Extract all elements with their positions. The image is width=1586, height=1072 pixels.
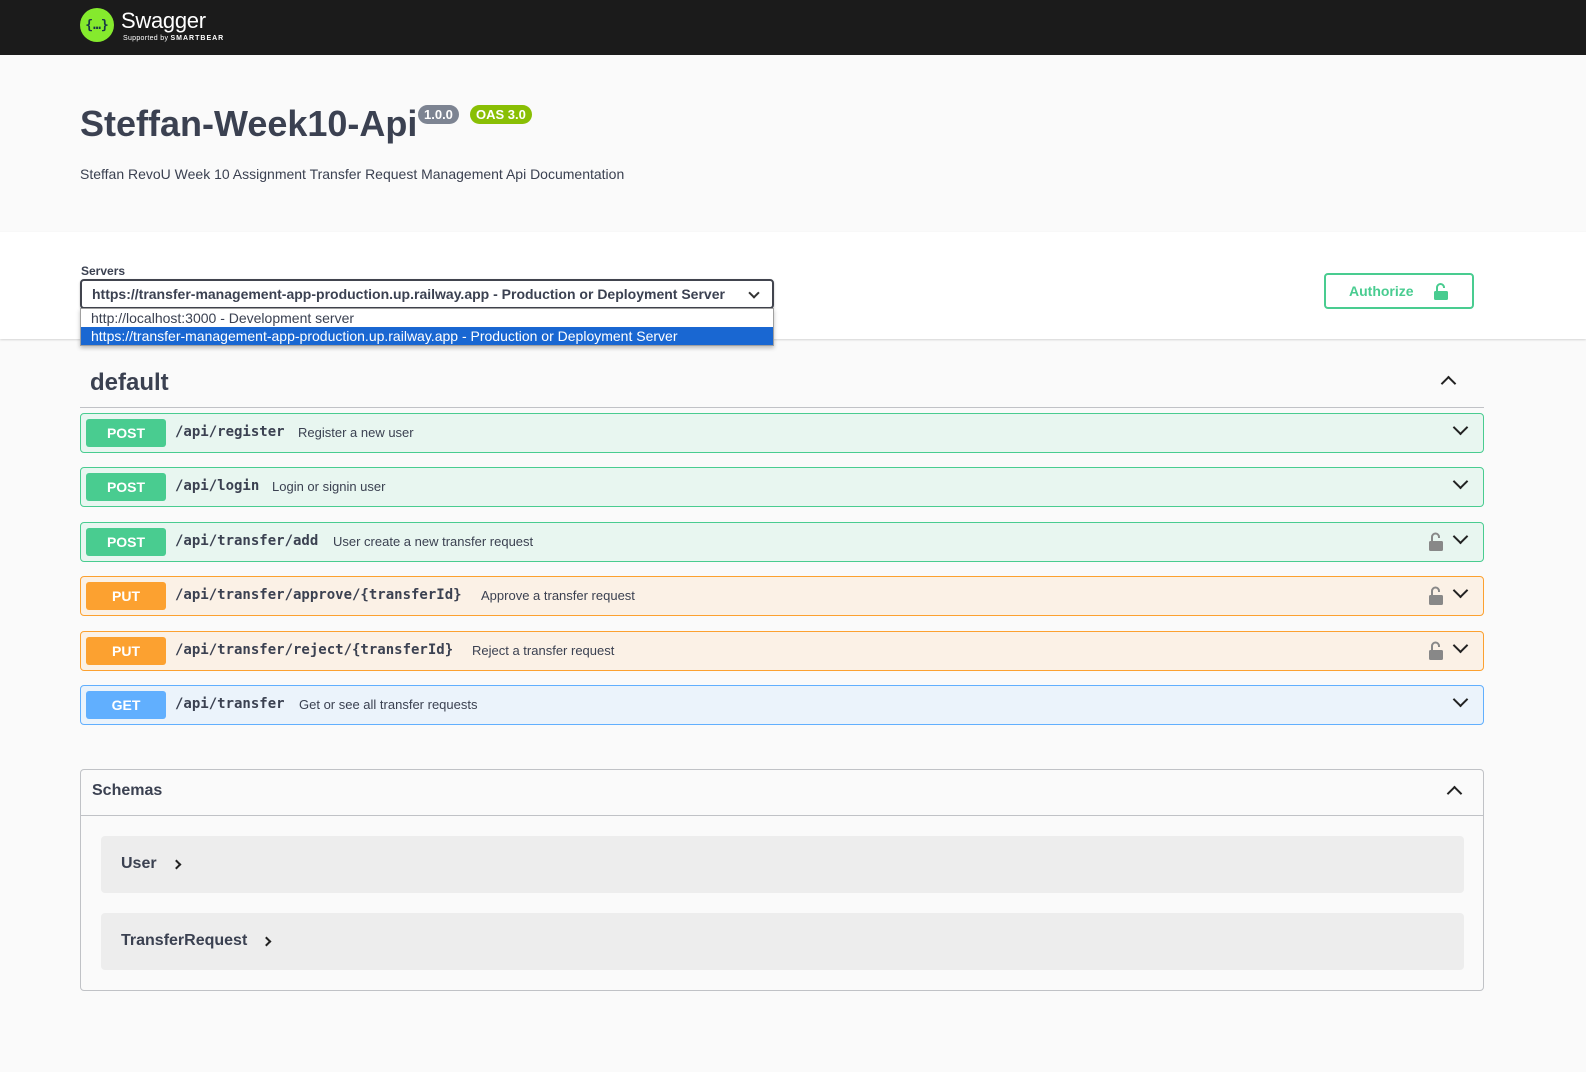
operation-transfer-approve[interactable]: PUT /api/transfer/approve/{transferId} A… [80,576,1484,616]
swagger-logo-icon: {…} [80,8,114,42]
operation-path: /api/transfer/approve/{transferId} [175,587,462,603]
tagline-brand: SMARTBEAR [170,35,225,42]
chevron-down-icon[interactable] [1452,473,1469,490]
method-badge: GET [86,691,166,719]
unlock-icon[interactable] [1429,641,1443,660]
operation-summary: Register a new user [298,425,414,440]
method-badge: POST [86,528,166,556]
model-name: TransferRequest [121,932,248,949]
operation-path: /api/transfer/add [175,533,319,549]
model-name: User [121,855,157,872]
method-badge: POST [86,473,166,501]
tag-name: default [90,369,169,396]
chevron-right-icon [171,859,182,870]
brand-name: Swagger [121,8,206,33]
method-badge: PUT [86,582,166,610]
chevron-down-icon[interactable] [1452,528,1469,545]
authorize-label: Authorize [1349,283,1414,299]
chevron-right-icon [261,936,272,947]
operation-path: /api/transfer/reject/{transferId} [175,642,454,658]
chevron-down-icon [748,287,760,299]
operation-login[interactable]: POST /api/login Login or signin user [80,467,1484,507]
servers-dropdown: http://localhost:3000 - Development serv… [80,308,774,346]
unlock-icon[interactable] [1429,532,1443,551]
operation-path: /api/login [175,478,260,494]
chevron-down-icon[interactable] [1452,582,1469,599]
schemas-title: Schemas [92,782,163,799]
chevron-down-icon[interactable] [1452,691,1469,708]
operation-transfer-list[interactable]: GET /api/transfer Get or see all transfe… [80,685,1484,725]
unlock-icon [1434,283,1448,300]
schema-model-user[interactable]: User [101,836,1464,893]
version-badge: 1.0.0 [418,105,459,124]
operation-summary: Get or see all transfer requests [299,697,478,712]
unlock-icon[interactable] [1429,586,1443,605]
api-info: Steffan-Week10-Api 1.0.0 OAS 3.0 Steffan… [0,55,1586,232]
operation-register[interactable]: POST /api/register Register a new user [80,413,1484,453]
scheme-container: Servers https://transfer-management-app-… [0,232,1586,346]
swagger-logo[interactable]: {…} Swagger Supported by SMARTBEAR [80,7,231,43]
method-badge: PUT [86,637,166,665]
authorize-button[interactable]: Authorize [1324,273,1474,309]
page-title: Steffan-Week10-Api [80,103,418,144]
schema-model-transferrequest[interactable]: TransferRequest [101,913,1464,970]
chevron-up-icon[interactable] [1446,785,1463,802]
chevron-down-icon[interactable] [1452,419,1469,436]
operation-summary: User create a new transfer request [333,534,534,549]
operation-summary: Reject a transfer request [472,643,615,658]
chevron-up-icon[interactable] [1440,375,1457,392]
server-option[interactable]: https://transfer-management-app-producti… [81,327,773,345]
tagline-prefix: Supported by [123,35,169,42]
servers-label: Servers [81,264,126,278]
brand-tagline: Supported by SMARTBEAR [123,35,224,42]
chevron-down-icon[interactable] [1452,637,1469,654]
servers-selected-value: https://transfer-management-app-producti… [92,286,725,302]
api-description: Steffan RevoU Week 10 Assignment Transfe… [80,166,625,182]
oas-badge: OAS 3.0 [470,105,532,124]
logo-text: Swagger Supported by SMARTBEAR [121,7,231,43]
operation-summary: Approve a transfer request [481,588,635,603]
operation-path: /api/transfer [175,696,285,712]
schemas-header[interactable]: Schemas [81,770,1483,816]
topbar: {…} Swagger Supported by SMARTBEAR [0,0,1586,55]
operation-transfer-reject[interactable]: PUT /api/transfer/reject/{transferId} Re… [80,631,1484,671]
method-badge: POST [86,419,166,447]
schemas-section: Schemas User TransferRequest [80,769,1484,991]
operation-path: /api/register [175,424,285,440]
servers-select[interactable]: https://transfer-management-app-producti… [80,279,774,309]
operation-transfer-add[interactable]: POST /api/transfer/add User create a new… [80,522,1484,562]
tag-section-header[interactable]: default [80,352,1484,408]
operation-summary: Login or signin user [272,479,386,494]
server-option[interactable]: http://localhost:3000 - Development serv… [81,309,773,327]
